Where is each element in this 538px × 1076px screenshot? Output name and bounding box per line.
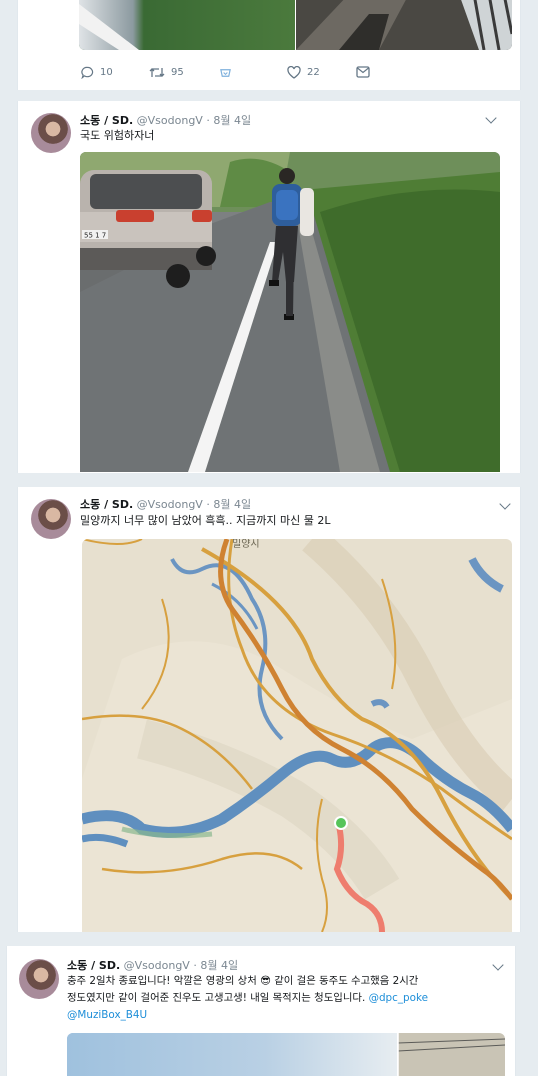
- mention-link[interactable]: @MuziBox_B4U: [67, 1009, 147, 1021]
- retweet-button[interactable]: 95: [149, 66, 184, 79]
- chevron-down-icon[interactable]: [492, 959, 504, 971]
- tweet-4-media[interactable]: [67, 1033, 505, 1076]
- chevron-down-icon[interactable]: [499, 498, 511, 510]
- reply-button[interactable]: 10: [81, 66, 113, 79]
- heart-icon: [287, 65, 301, 79]
- retweet-count: 95: [171, 66, 184, 78]
- mention-link[interactable]: @dpc_poke: [369, 992, 428, 1004]
- like-button[interactable]: 22: [287, 65, 320, 79]
- tweet-4-line-2: 정도였지만 같이 걸어준 진우도 고생고생! 내일 목적지는 청도입니다. @d…: [67, 990, 512, 1007]
- display-name[interactable]: 소동 / SD.: [67, 959, 120, 972]
- tweet-card-4: 소동 / SD. @VsodongV · 8월 4일 충주 2일차 종료입니다!…: [6, 946, 516, 1076]
- like-count: 22: [307, 66, 320, 78]
- tweet-4-line-2-text: 정도였지만 같이 걸어준 진우도 고생고생! 내일 목적지는 청도입니다.: [67, 992, 369, 1004]
- tweet-date[interactable]: · 8월 4일: [206, 114, 251, 127]
- reply-count: 10: [100, 66, 113, 78]
- tweet-4-text: 충주 2일차 종료입니다! 악깔은 영광의 상처 😎 같이 걸은 동주도 수고했…: [67, 973, 512, 1024]
- chevron-down-icon[interactable]: [485, 112, 497, 124]
- route-map: 밀양시: [82, 539, 512, 932]
- map-label: 밀양시: [232, 539, 260, 550]
- tweet-4-header: 소동 / SD. @VsodongV · 8월 4일: [67, 957, 238, 973]
- handle[interactable]: @VsodongV: [137, 498, 203, 511]
- tweet-card-2: 소동 / SD. @VsodongV · 8월 4일 국도 위험하자너 55 1…: [17, 101, 521, 473]
- tweet-date[interactable]: · 8월 4일: [206, 498, 251, 511]
- share-icon: [220, 68, 231, 77]
- tweet-2-text: 국도 위험하자너: [80, 129, 155, 142]
- tweet-1-media[interactable]: [79, 0, 512, 50]
- road-photo: 55 1 7: [80, 152, 500, 472]
- tweet-3-map[interactable]: 밀양시: [82, 539, 512, 932]
- tweet-3-header: 소동 / SD. @VsodongV · 8월 4일: [80, 496, 251, 512]
- tweet-2-header: 소동 / SD. @VsodongV · 8월 4일: [80, 112, 251, 128]
- tweet-date[interactable]: · 8월 4일: [193, 959, 238, 972]
- handle[interactable]: @VsodongV: [124, 959, 190, 972]
- handle[interactable]: @VsodongV: [137, 114, 203, 127]
- display-name[interactable]: 소동 / SD.: [80, 498, 133, 511]
- avatar[interactable]: [19, 959, 59, 999]
- avatar[interactable]: [31, 113, 71, 153]
- tweet-card-1: 10 95 22: [17, 0, 521, 90]
- tweet-4-line-1: 충주 2일차 종료입니다! 악깔은 영광의 상처 😎 같이 걸은 동주도 수고했…: [67, 975, 419, 987]
- tweet-2-media[interactable]: 55 1 7: [80, 152, 500, 472]
- reply-icon: [81, 66, 94, 79]
- sky-photo: [67, 1033, 505, 1076]
- message-button[interactable]: [356, 66, 370, 78]
- retweet-icon: [149, 67, 165, 77]
- car-plate: 55 1 7: [84, 232, 106, 240]
- message-icon: [356, 66, 370, 78]
- tweet-1-actions: 10 95 22: [81, 64, 461, 80]
- share-button[interactable]: [219, 66, 232, 79]
- tweet-3-text: 밀양까지 너무 많이 남았어 흑흑.. 지금까지 마신 물 2L: [80, 514, 331, 527]
- bridge-photo: [79, 0, 512, 50]
- avatar[interactable]: [31, 499, 71, 539]
- tweet-card-3: 소동 / SD. @VsodongV · 8월 4일 밀양까지 너무 많이 남았…: [17, 487, 521, 932]
- display-name[interactable]: 소동 / SD.: [80, 114, 133, 127]
